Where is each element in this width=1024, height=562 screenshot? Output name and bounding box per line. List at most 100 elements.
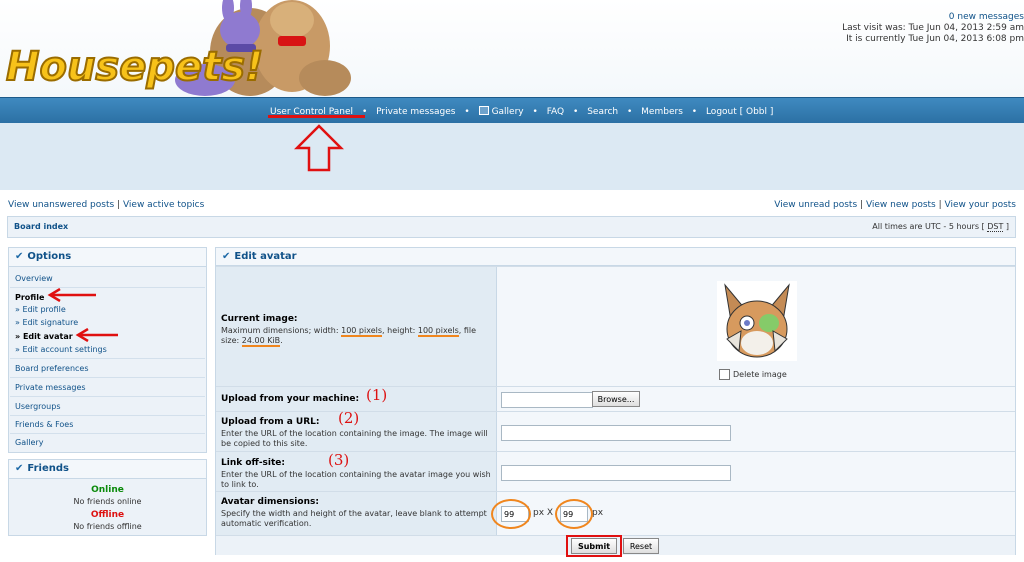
upload-machine-label-cell: Upload from your machine:	[216, 387, 497, 411]
nav-gallery[interactable]: Gallery	[492, 107, 524, 117]
upload-url-row: Upload from a URL: Enter the URL of the …	[216, 411, 1015, 451]
link-offsite-input[interactable]	[501, 465, 731, 481]
options-edit-signature[interactable]: » Edit signature	[15, 318, 78, 327]
main-navbar: User Control Panel • Private messages • …	[0, 97, 1024, 124]
friends-header: ✔ Friends	[9, 460, 206, 479]
breadcrumb-board-index[interactable]: Board index	[14, 222, 68, 231]
filesize-suffix-text: .	[280, 336, 283, 345]
nav-separator: •	[532, 107, 538, 117]
link-offsite-label: Link off-site:	[221, 458, 286, 468]
timezone-text: All times are UTC - 5 hours [ DST ]	[872, 222, 1009, 232]
options-panel: ✔ Options Overview Profile » Edit profile…	[8, 247, 207, 453]
browse-button[interactable]: Browse...	[592, 391, 640, 407]
nav-private-messages[interactable]: Private messages	[376, 107, 455, 117]
avatar-dimensions-desc: Specify the width and height of the avat…	[221, 509, 487, 528]
current-image-desc: Maximum dimensions; width: 100 pixels, h…	[221, 326, 496, 347]
link-unread-posts[interactable]: View unread posts	[774, 200, 857, 210]
divider	[10, 415, 205, 416]
link-offsite-cell	[497, 452, 1015, 491]
current-time-text: It is currently Tue Jun 04, 2013 6:08 pm	[846, 34, 1024, 44]
checkmark-icon: ✔	[222, 251, 231, 262]
link-your-posts[interactable]: View your posts	[945, 200, 1016, 210]
link-unanswered-posts[interactable]: View unanswered posts	[8, 200, 114, 210]
divider	[10, 377, 205, 378]
timezone-suffix: ]	[1005, 222, 1009, 231]
site-logo[interactable]: Housepets!	[0, 0, 360, 97]
timezone-prefix: All times are UTC - 5 hours [	[872, 222, 985, 231]
options-board-preferences[interactable]: Board preferences	[15, 364, 89, 373]
options-profile[interactable]: Profile	[15, 293, 44, 302]
options-friends-foes[interactable]: Friends & Foes	[15, 420, 73, 429]
site-header: Housepets! 0 new messages Last visit was…	[0, 0, 1024, 97]
link-offsite-desc: Enter the URL of the location containing…	[221, 470, 491, 489]
upload-machine-label: Upload from your machine:	[221, 394, 360, 404]
annotation-submit-box	[566, 535, 622, 557]
px-label: px	[592, 508, 604, 518]
annotation-number-3: (3)	[328, 451, 350, 469]
options-gallery[interactable]: Gallery	[15, 438, 44, 447]
friends-title: Friends	[27, 463, 69, 474]
options-title: Options	[27, 251, 72, 262]
new-messages-count[interactable]: 0	[949, 12, 955, 22]
upload-url-label: Upload from a URL:	[221, 417, 320, 427]
checkmark-icon: ✔	[15, 251, 24, 262]
new-messages-line[interactable]: 0 new messages	[842, 12, 1024, 23]
annotation-number-2: (2)	[338, 409, 360, 427]
breadcrumb: Board index All times are UTC - 5 hours …	[7, 216, 1016, 238]
upload-url-cell	[497, 412, 1015, 451]
reset-button[interactable]: Reset	[623, 538, 659, 554]
height-prefix-text: , height:	[382, 326, 418, 335]
annotation-height-oval	[555, 499, 593, 529]
upload-url-input[interactable]	[501, 425, 731, 441]
link-active-topics[interactable]: View active topics	[123, 200, 204, 210]
link-new-posts[interactable]: View new posts	[866, 200, 936, 210]
options-header: ✔ Options	[9, 248, 206, 267]
avatar-dimensions-cell: px X px	[491, 492, 1015, 535]
quick-links-right: View unread posts | View new posts | Vie…	[774, 200, 1016, 210]
current-image-label: Current image:	[221, 314, 298, 324]
options-usergroups[interactable]: Usergroups	[15, 402, 61, 411]
upload-file-input[interactable]	[501, 392, 593, 408]
annotation-number-1: (1)	[366, 386, 388, 404]
nav-faq[interactable]: FAQ	[547, 107, 564, 117]
delete-image-checkbox[interactable]	[719, 369, 730, 380]
nav-members[interactable]: Members	[641, 107, 683, 117]
annotation-up-arrow-icon	[293, 124, 345, 175]
avatar-dimensions-row: Avatar dimensions: Specify the width and…	[216, 491, 1015, 535]
max-dimensions-text: Maximum dimensions; width:	[221, 326, 342, 335]
link-offsite-label-cell: Link off-site: Enter the URL of the loca…	[216, 452, 497, 491]
avatar-dimensions-label-cell: Avatar dimensions: Specify the width and…	[216, 492, 497, 535]
edit-avatar-panel: ✔ Edit avatar Current image: Maximum dime…	[215, 247, 1016, 557]
upload-machine-cell: Browse...	[497, 387, 1015, 411]
avatar-dimensions-label: Avatar dimensions:	[221, 497, 319, 507]
banner-area	[0, 123, 1024, 190]
link-divider: |	[117, 200, 121, 210]
annotation-width-oval	[491, 499, 531, 529]
edit-avatar-title: Edit avatar	[234, 251, 297, 262]
nav-separator: •	[626, 107, 633, 117]
friends-online-heading: Online	[91, 485, 124, 495]
divider	[10, 433, 205, 434]
quick-links-left: View unanswered posts | View active topi…	[8, 200, 204, 210]
max-height-value: 100 pixels	[417, 326, 459, 337]
checkmark-icon: ✔	[15, 463, 24, 474]
logo-text: Housepets!	[6, 44, 263, 90]
current-image-label-cell: Current image: Maximum dimensions; width…	[216, 267, 497, 386]
options-private-messages[interactable]: Private messages	[15, 383, 86, 392]
options-edit-avatar[interactable]: » Edit avatar	[15, 332, 73, 341]
nav-separator: •	[464, 107, 470, 117]
options-edit-profile[interactable]: » Edit profile	[15, 305, 66, 314]
nav-logout[interactable]: Logout [ Obbl ]	[706, 107, 773, 117]
annotation-left-arrow-icon	[75, 328, 118, 342]
options-edit-account-settings[interactable]: » Edit account settings	[15, 345, 107, 354]
friends-offline-empty: No friends offline	[73, 522, 142, 531]
divider	[10, 396, 205, 397]
nav-search[interactable]: Search	[587, 107, 618, 117]
options-overview[interactable]: Overview	[15, 274, 53, 283]
avatar-image	[717, 281, 797, 361]
upload-url-desc: Enter the URL of the location containing…	[221, 429, 488, 448]
upload-machine-row: Upload from your machine: Browse...	[216, 386, 1015, 411]
max-filesize-value: 24.00 KiB	[241, 336, 281, 347]
annotation-underline	[268, 115, 365, 118]
new-messages-link[interactable]: new messages	[957, 12, 1024, 22]
